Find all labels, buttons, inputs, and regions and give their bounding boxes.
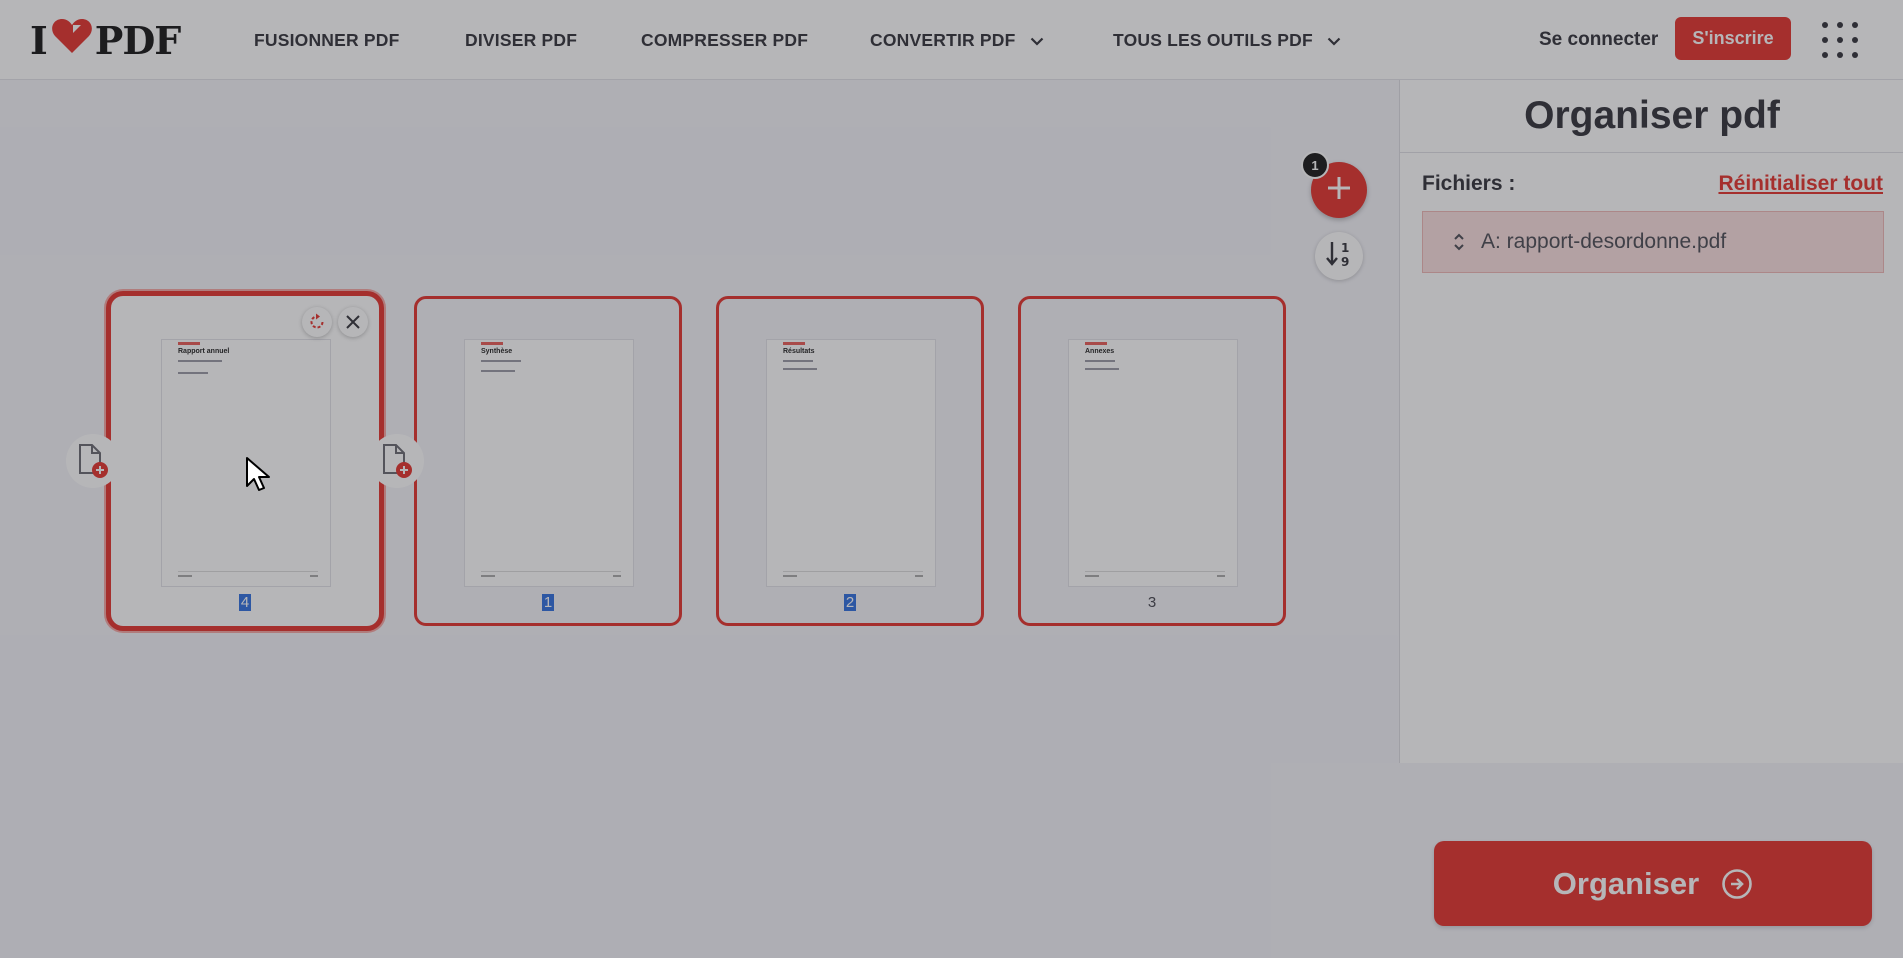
nav-merge-pdf[interactable]: FUSIONNER PDF <box>254 0 400 80</box>
page-number: 4 <box>238 594 252 611</box>
close-icon[interactable] <box>338 307 368 337</box>
signup-label: S'inscrire <box>1692 28 1774 48</box>
reset-all-link[interactable]: Réinitialiser tout <box>1718 172 1883 196</box>
sidebar-title: Organiser pdf <box>1524 94 1780 137</box>
page-card[interactable]: Annexes 3 <box>1018 296 1286 626</box>
page-thumbnail-title: Synthèse <box>481 348 513 355</box>
signup-button[interactable]: S'inscrire <box>1675 17 1791 60</box>
nav-compress-pdf[interactable]: COMPRESSER PDF <box>641 0 808 80</box>
file-add-icon[interactable] <box>66 434 120 488</box>
arrow-circle-right-icon <box>1721 868 1753 900</box>
mouse-cursor-icon <box>245 456 273 499</box>
nav-all-tools[interactable]: TOUS LES OUTILS PDF <box>1113 0 1341 80</box>
files-label: Fichiers : <box>1422 172 1516 195</box>
top-header: I PDF FUSIONNER PDF DIVISER PDF COMPRESS… <box>0 0 1903 80</box>
logo-text-pdf: PDF <box>94 17 182 63</box>
page-thumbnail: Résultats <box>766 339 936 587</box>
sort-button[interactable]: 19 <box>1315 232 1363 280</box>
page-card[interactable]: Synthèse 1 <box>414 296 682 626</box>
ilovepdf-logo[interactable]: I PDF <box>30 17 182 64</box>
nav-merge-label: FUSIONNER PDF <box>254 29 400 50</box>
chevron-down-icon <box>1327 30 1341 51</box>
nav-split-pdf[interactable]: DIVISER PDF <box>465 0 577 80</box>
page-number: 2 <box>843 594 857 611</box>
nav-convert-pdf[interactable]: CONVERTIR PDF <box>870 0 1044 80</box>
logo-text-i: I <box>30 17 48 63</box>
plus-icon <box>1326 175 1352 206</box>
organize-label: Organiser <box>1552 865 1700 901</box>
page-thumbnail: Annexes <box>1068 339 1238 587</box>
page-thumbnail-title: Rapport annuel <box>178 348 230 355</box>
login-label: Se connecter <box>1539 29 1659 50</box>
svg-text:1: 1 <box>1341 241 1349 255</box>
options-sidebar: Organiser pdf Fichiers : Réinitialiser t… <box>1355 80 1903 958</box>
page-number: 3 <box>1147 594 1157 611</box>
grid-dots-icon[interactable] <box>1822 22 1858 58</box>
svg-text:9: 9 <box>1341 255 1349 269</box>
nav-compress-label: COMPRESSER PDF <box>641 29 809 50</box>
page-thumbnail: Synthèse <box>464 339 634 587</box>
rotate-icon[interactable] <box>302 307 332 337</box>
organize-button[interactable]: Organiser <box>1434 841 1872 926</box>
file-name: A: rapport-desordonne.pdf <box>1481 230 1727 253</box>
file-add-icon[interactable] <box>370 434 424 488</box>
heart-icon <box>51 17 93 64</box>
nav-convert-label: CONVERTIR PDF <box>870 29 1016 50</box>
sort-numeric-icon: 19 <box>1324 239 1354 274</box>
login-link[interactable]: Se connecter <box>1539 0 1658 80</box>
pages-workspace: Rapport annuel 4 Synthèse 1 Résultats 2 … <box>0 80 1399 958</box>
sidebar-divider <box>1400 152 1903 153</box>
page-thumbnail-title: Résultats <box>783 348 815 355</box>
page-number: 1 <box>541 594 555 611</box>
file-list-item[interactable]: A: rapport-desordonne.pdf <box>1422 211 1884 273</box>
drag-handle-icon[interactable] <box>1453 232 1465 252</box>
nav-split-label: DIVISER PDF <box>465 29 578 50</box>
file-count-badge: 1 <box>1301 151 1329 179</box>
page-card[interactable]: Résultats 2 <box>716 296 984 626</box>
chevron-down-icon <box>1030 30 1044 51</box>
page-thumbnail-title: Annexes <box>1085 348 1115 355</box>
nav-all-tools-label: TOUS LES OUTILS PDF <box>1113 29 1313 50</box>
